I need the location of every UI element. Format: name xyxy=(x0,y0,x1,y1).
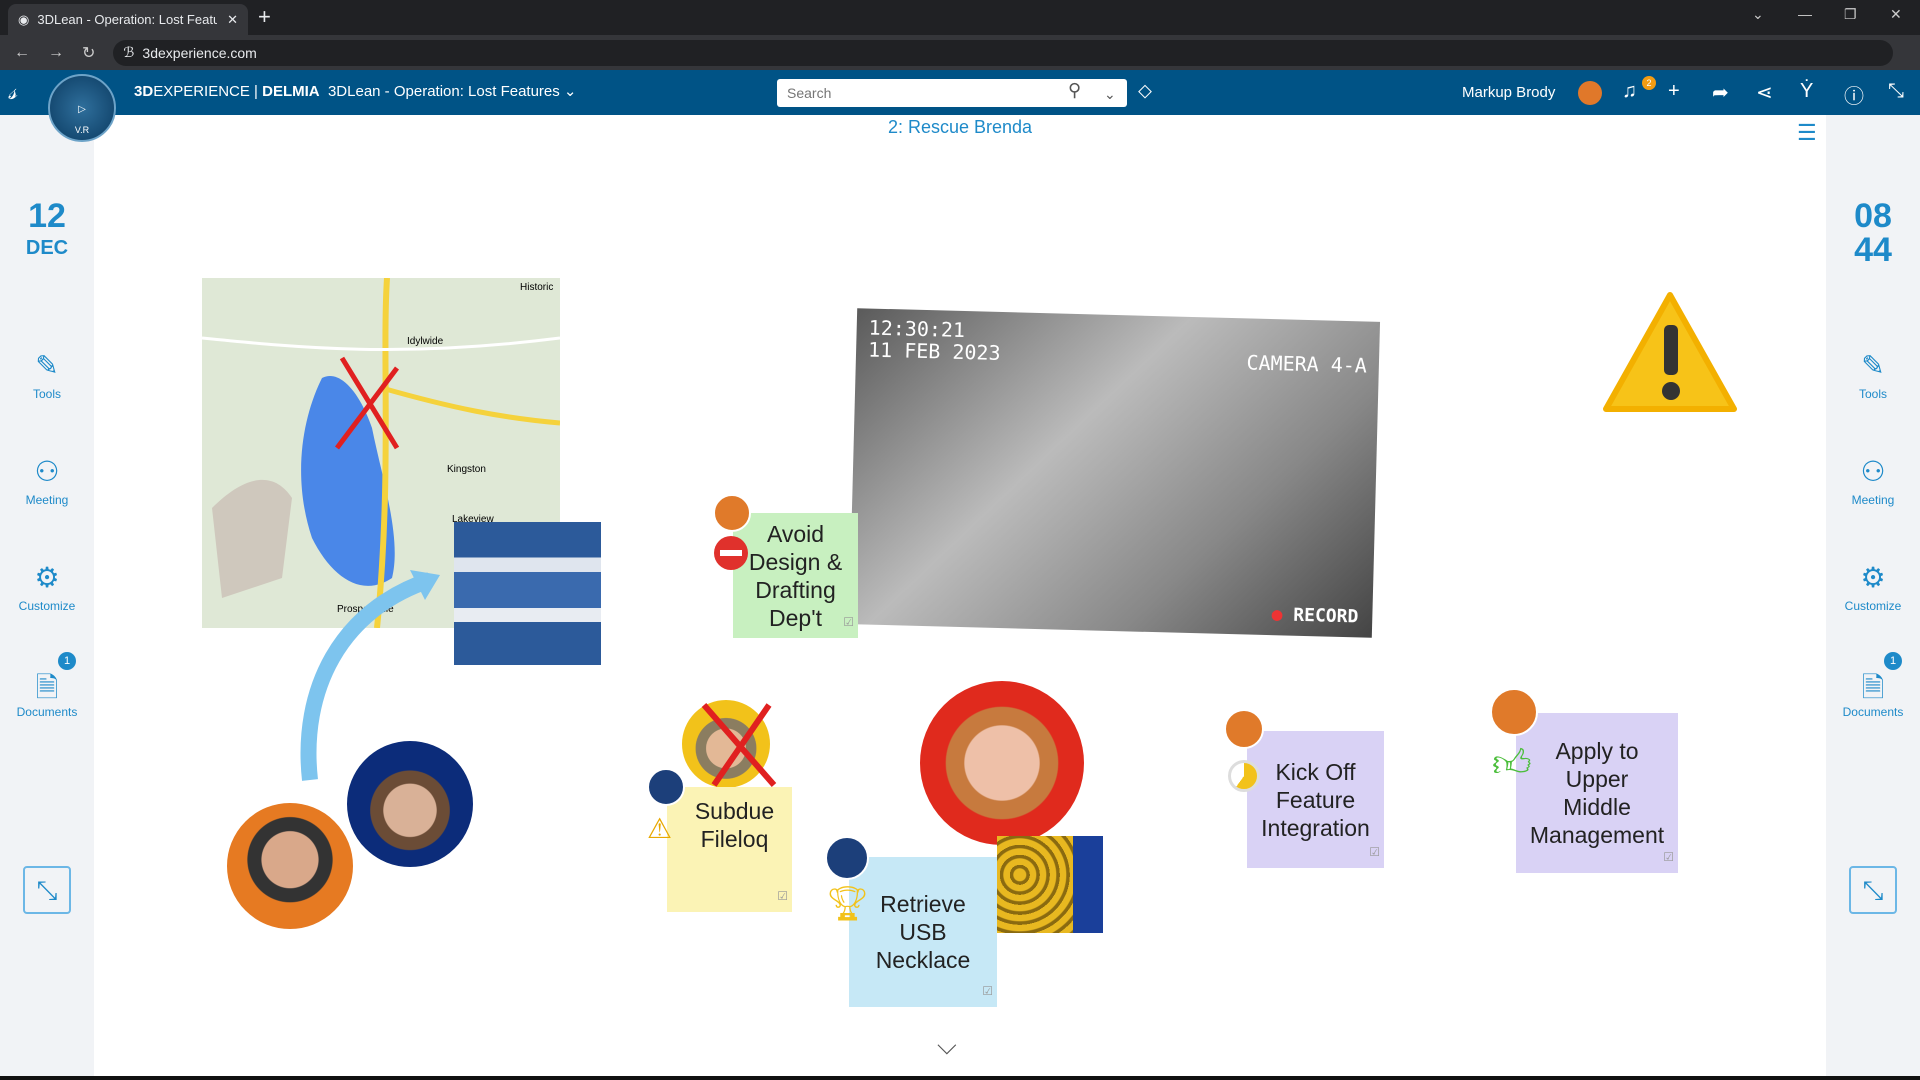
app-brand[interactable]: 3DEXPERIENCE | DELMIA 3DLean - Operation… xyxy=(134,82,577,100)
user-avatar[interactable] xyxy=(1578,81,1602,105)
note-avoid-design[interactable]: Avoid Design & Drafting Dep't ☑ xyxy=(733,513,858,638)
gear-icon: ⚙ xyxy=(34,562,60,593)
time-hour: 08 xyxy=(1854,197,1892,235)
checkbox-icon[interactable]: ☑ xyxy=(1663,843,1674,871)
search-dropdown-icon[interactable]: ⌄ xyxy=(1104,86,1116,103)
sidebar-item-meeting[interactable]: ⚇ Meeting xyxy=(0,455,94,507)
assignee-avatar[interactable] xyxy=(1224,709,1264,749)
note-subdue-fileloq[interactable]: Subdue Fileloq ☑ xyxy=(667,787,792,912)
tab-list-icon[interactable]: ⌄ xyxy=(1752,6,1764,23)
bottom-edge xyxy=(0,1076,1920,1080)
note-kick-off[interactable]: Kick Off Feature Integration ☑ xyxy=(1247,731,1384,868)
gear-icon: ⚙ xyxy=(1860,562,1886,593)
documents-badge: 1 xyxy=(1884,652,1902,670)
checkbox-icon[interactable]: ☑ xyxy=(843,608,854,636)
board-title: 2: Rescue Brenda xyxy=(887,117,1033,137)
notification-badge: 2 xyxy=(1642,76,1656,90)
meeting-icon: ⚇ xyxy=(34,456,60,487)
compass-button[interactable]: ▷ V.R xyxy=(48,74,116,142)
person-avatar-orange[interactable] xyxy=(224,800,356,932)
brenda-avatar[interactable] xyxy=(917,678,1087,848)
map-label: Historic xyxy=(520,282,554,293)
compass-label: V.R xyxy=(74,125,90,135)
building-image[interactable] xyxy=(454,522,601,665)
add-icon[interactable]: + xyxy=(1668,80,1680,103)
thumbs-up-icon: 👍︎ xyxy=(1492,743,1532,785)
social-share-icon[interactable]: ⋖ xyxy=(1756,80,1773,105)
note-retrieve-usb[interactable]: Retrieve USB Necklace ☑ xyxy=(849,857,997,1007)
no-entry-icon xyxy=(714,536,748,570)
document-icon: 🗎 xyxy=(35,672,59,703)
url-text: 3dexperience.com xyxy=(142,44,257,61)
checkbox-icon[interactable]: ☑ xyxy=(777,882,788,910)
address-bar: ← → ↻ ℬ 3dexperience.com xyxy=(0,35,1920,70)
forward-icon[interactable]: → xyxy=(48,44,64,62)
search-icon[interactable]: ⚲ xyxy=(1068,80,1081,101)
edit-icon: ✎ xyxy=(1861,350,1885,381)
documents-badge: 1 xyxy=(58,652,76,670)
assignee-avatar[interactable] xyxy=(647,768,685,806)
document-icon: 🗎 xyxy=(1861,672,1885,703)
minimize-icon[interactable]: — xyxy=(1798,6,1812,22)
close-tab-icon[interactable]: ✕ xyxy=(227,12,238,28)
note-apply-upper[interactable]: Apply to Upper Middle Management ☑ xyxy=(1516,713,1678,873)
checkbox-icon[interactable]: ☑ xyxy=(982,977,993,1005)
share-icon[interactable]: ➦ xyxy=(1712,80,1729,105)
user-name[interactable]: Markup Brody xyxy=(1462,84,1555,101)
tab-favicon-icon: ◉ xyxy=(18,11,30,27)
meeting-icon: ⚇ xyxy=(1860,456,1886,487)
back-icon[interactable]: ← xyxy=(14,44,30,62)
timer-icon xyxy=(1228,760,1260,792)
reload-icon[interactable]: ↻ xyxy=(82,43,95,63)
collapse-icon[interactable]: ⤡ xyxy=(1849,866,1897,914)
checkbox-icon[interactable]: ☑ xyxy=(1369,838,1380,866)
date-day: 12 xyxy=(28,197,66,235)
browser-tab[interactable]: ◉ 3DLean - Operation: Lost Features ✕ xyxy=(8,4,248,35)
warning-icon: ⚠ xyxy=(647,813,673,844)
date-month: DEC xyxy=(25,237,69,259)
map-label: Kingston xyxy=(447,464,486,475)
trophy-icon: 🏆︎ xyxy=(826,885,870,923)
edit-icon: ✎ xyxy=(35,350,59,381)
assignee-avatar[interactable] xyxy=(1490,688,1538,736)
site-icon: ℬ xyxy=(123,44,135,60)
person-avatar-blue[interactable] xyxy=(344,738,476,870)
url-field[interactable]: ℬ 3dexperience.com xyxy=(113,39,1894,66)
warning-icon[interactable] xyxy=(1602,291,1738,415)
browser-tab-bar xyxy=(0,0,1920,35)
restore-icon[interactable]: ❐ xyxy=(1844,6,1857,23)
tab-title: 3DLean - Operation: Lost Features xyxy=(37,12,218,27)
tag-icon[interactable]: ⬦ xyxy=(1138,80,1152,103)
right-sidebar: 08 44 ✎ Tools ⚇ Meeting ⚙ Customize 🗎 Docume… xyxy=(1826,115,1920,1076)
usb-necklace-image[interactable] xyxy=(997,836,1103,933)
ds-logo[interactable]: 𝓈 xyxy=(8,78,17,106)
sidebar-item-meeting[interactable]: ⚇ Meeting xyxy=(1826,455,1920,507)
sidebar-item-documents[interactable]: 🗎 Documents xyxy=(0,667,94,719)
sidebar-item-customize[interactable]: ⚙ Customize xyxy=(1826,561,1920,613)
help-icon[interactable]: ⓘ xyxy=(1844,80,1864,109)
dashboard-title: 3DLean - Operation: Lost Features xyxy=(327,83,560,100)
sidebar-item-customize[interactable]: ⚙ Customize xyxy=(0,561,94,613)
collapse-icon[interactable]: ⤡ xyxy=(23,866,71,914)
fullscreen-icon[interactable]: ⤡ xyxy=(1888,80,1904,103)
assignee-avatar[interactable] xyxy=(713,494,751,532)
cross-mark xyxy=(701,703,777,787)
notifications-icon[interactable]: ♫ xyxy=(1622,80,1637,103)
close-window-icon[interactable]: ✕ xyxy=(1890,6,1902,23)
sidebar-item-tools[interactable]: ✎ Tools xyxy=(0,349,94,401)
sidebar-item-tools[interactable]: ✎ Tools xyxy=(1826,349,1920,401)
map-label: Idylwide xyxy=(407,336,444,347)
apps-icon[interactable]: Ẏ xyxy=(1800,80,1813,103)
assignee-avatar[interactable] xyxy=(825,836,869,880)
left-sidebar: 12 DEC ✎ Tools ⚇ Meeting ⚙ Customize 🗎 Docum… xyxy=(0,115,94,1076)
scroll-down-chevron[interactable]: ⌵ xyxy=(937,1030,957,1062)
camera-image[interactable]: 12:30:21 11 FEB 2023 CAMERA 4-A ● RECORD xyxy=(848,308,1381,638)
new-tab-button[interactable]: + xyxy=(258,4,271,30)
sidebar-item-documents[interactable]: 🗎 Documents xyxy=(1826,667,1920,719)
menu-icon[interactable]: ☰ xyxy=(1797,120,1817,146)
time-minute: 44 xyxy=(1854,231,1892,269)
